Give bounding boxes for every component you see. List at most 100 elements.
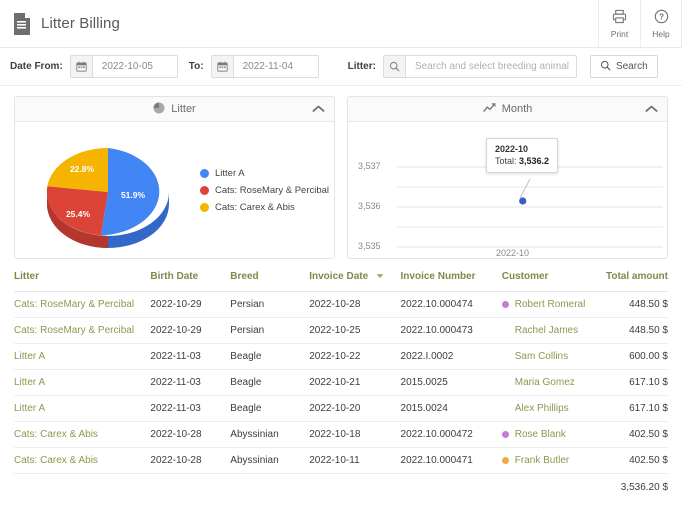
- cell-invoice-date: 2022-10-11: [309, 447, 401, 474]
- line-chart: 3,537 3,536 3,535 2022-10 2022-10 Total:…: [348, 122, 667, 258]
- legend-item[interactable]: Litter A: [200, 168, 329, 179]
- date-from-label: Date From:: [10, 61, 63, 72]
- charts-row: Litter 51.9% 25.4% 22.8% Litter A Cats: …: [0, 86, 682, 259]
- help-circle-icon: ?: [654, 9, 669, 27]
- litter-panel-body: 51.9% 25.4% 22.8% Litter A Cats: RoseMar…: [15, 122, 334, 258]
- column-header-label: Invoice Date: [309, 271, 369, 282]
- cell-litter: Cats: RoseMary & Percibal: [14, 317, 151, 344]
- table-header-row: Litter Birth Date Breed Invoice Date Inv…: [14, 271, 668, 292]
- y-tick-label: 3,537: [358, 161, 381, 171]
- column-header-birth-date[interactable]: Birth Date: [150, 271, 231, 292]
- column-header-label: Litter: [14, 271, 39, 282]
- chevron-up-icon[interactable]: [312, 105, 325, 114]
- cell-invoice-date: 2022-10-21: [309, 369, 401, 396]
- x-tick-label: 2022-10: [496, 248, 530, 258]
- customer-name: Sam Collins: [514, 351, 569, 362]
- legend-item[interactable]: Cats: RoseMary & Percibal: [200, 185, 329, 196]
- cell-breed: Persian: [230, 317, 310, 344]
- search-button-label: Search: [615, 61, 648, 72]
- cell-litter: Cats: RoseMary & Percibal: [14, 291, 151, 318]
- tooltip-value: 3,536.2: [519, 156, 550, 166]
- month-line-panel: Month 3,537 3,536 3,535 2022-10 2022-10 …: [347, 96, 668, 259]
- customer-status-dot: [502, 353, 509, 360]
- customer-name: Alex Phillips: [514, 403, 569, 414]
- legend-label: Cats: Carex & Abis: [215, 201, 295, 213]
- customer-name: Rose Blank: [514, 429, 566, 440]
- legend-color-swatch: [200, 168, 209, 178]
- column-header-litter[interactable]: Litter: [14, 271, 151, 292]
- date-from-input[interactable]: 2022-10-05: [91, 55, 178, 78]
- caret-down-icon: [376, 271, 384, 282]
- cell-invoice-number: 2015.0025: [400, 369, 502, 396]
- filter-bar: Date From: 2022-10-05 To: 2022-11-04 Lit…: [0, 48, 682, 86]
- cell-invoice-date: 2022-10-18: [309, 421, 401, 448]
- legend-label: Cats: RoseMary & Percibal: [215, 184, 330, 196]
- cell-invoice-date: 2022-10-22: [309, 343, 401, 370]
- chevron-up-icon[interactable]: [645, 105, 658, 114]
- column-header-label: Total amount: [605, 271, 668, 282]
- cell-invoice-number: 2022.10.000474: [400, 291, 502, 318]
- litter-panel-title: Litter: [171, 103, 196, 115]
- column-header-breed[interactable]: Breed: [230, 271, 310, 292]
- cell-birth-date: 2022-11-03: [150, 369, 231, 396]
- cell-total-amount: 617.10 $: [605, 395, 668, 422]
- legend-item[interactable]: Cats: Carex & Abis: [200, 202, 329, 213]
- cell-total-amount: 600.00 $: [605, 343, 668, 370]
- date-to-label: To:: [188, 61, 204, 72]
- line-chart-icon: [482, 102, 496, 117]
- document-icon: [12, 12, 32, 36]
- calendar-icon[interactable]: [69, 55, 92, 78]
- search-button[interactable]: Search: [589, 55, 658, 78]
- pie-legend: Litter A Cats: RoseMary & Percibal Cats:…: [200, 168, 329, 213]
- cell-birth-date: 2022-10-29: [150, 291, 231, 318]
- column-header-invoice-number[interactable]: Invoice Number: [400, 271, 502, 292]
- table-row[interactable]: Litter A 2022-11-03 Beagle 2022-10-20 2015.0…: [14, 395, 668, 422]
- customer-status-dot: [502, 405, 509, 412]
- table-row[interactable]: Cats: RoseMary & Percibal 2022-10-29 Persi…: [14, 317, 668, 344]
- date-to-input[interactable]: 2022-11-04: [232, 55, 319, 78]
- column-header-invoice-date[interactable]: Invoice Date: [309, 271, 401, 292]
- customer-name: Maria Gomez: [514, 377, 575, 388]
- svg-text:?: ?: [659, 12, 664, 21]
- column-header-customer[interactable]: Customer: [501, 271, 606, 292]
- customer-status-dot: [501, 431, 509, 438]
- cell-invoice-number: 2022.I.0002: [400, 343, 502, 370]
- printer-icon: [612, 9, 627, 27]
- table-row[interactable]: Litter A 2022-11-03 Beagle 2022-10-22 2022.I…: [14, 343, 668, 370]
- header-actions: Print ? Help: [598, 0, 682, 47]
- customer-status-dot: [501, 457, 509, 464]
- litter-search-input-group[interactable]: Search and select breeding animal: [382, 55, 577, 78]
- table-row[interactable]: Cats: Carex & Abis 2022-10-28 Abyssinian 20…: [14, 421, 668, 448]
- cell-invoice-number: 2022.10.000471: [400, 447, 502, 474]
- cell-invoice-date: 2022-10-25: [309, 317, 401, 344]
- chart-tooltip: 2022-10 Total: 3,536.2: [486, 138, 559, 173]
- table-row[interactable]: Cats: Carex & Abis 2022-10-28 Abyssinian 20…: [14, 447, 668, 474]
- date-to-input-group[interactable]: 2022-11-04: [210, 55, 319, 78]
- app-header: Litter Billing Print ? Help: [0, 0, 682, 48]
- table-row[interactable]: Litter A 2022-11-03 Beagle 2022-10-21 2015.0…: [14, 369, 668, 396]
- date-from-input-group[interactable]: 2022-10-05: [69, 55, 178, 78]
- print-button-label: Print: [610, 28, 629, 39]
- cell-breed: Beagle: [230, 395, 310, 422]
- print-button[interactable]: Print: [598, 0, 640, 47]
- table-row[interactable]: Cats: RoseMary & Percibal 2022-10-29 Persi…: [14, 291, 668, 318]
- cell-birth-date: 2022-11-03: [150, 395, 231, 422]
- help-button[interactable]: ? Help: [640, 0, 682, 47]
- column-header-total-amount[interactable]: Total amount: [605, 271, 668, 292]
- y-tick-label: 3,536: [358, 201, 381, 211]
- tooltip-title: 2022-10: [495, 144, 529, 154]
- litter-pie-panel: Litter 51.9% 25.4% 22.8% Litter A Cats: …: [14, 96, 335, 259]
- customer-status-dot: [502, 379, 509, 386]
- litter-panel-header: Litter: [15, 97, 334, 122]
- search-icon[interactable]: [382, 55, 405, 78]
- cell-customer: Alex Phillips: [501, 395, 606, 422]
- litter-search-input[interactable]: Search and select breeding animal: [404, 55, 577, 78]
- customer-status-dot: [501, 301, 509, 308]
- svg-text:51.9%: 51.9%: [120, 190, 145, 200]
- calendar-icon[interactable]: [210, 55, 233, 78]
- cell-breed: Beagle: [230, 369, 310, 396]
- column-header-label: Birth Date: [150, 271, 199, 282]
- cell-breed: Abyssinian: [230, 421, 310, 448]
- column-header-label: Invoice Number: [400, 271, 476, 282]
- legend-color-swatch: [200, 185, 209, 195]
